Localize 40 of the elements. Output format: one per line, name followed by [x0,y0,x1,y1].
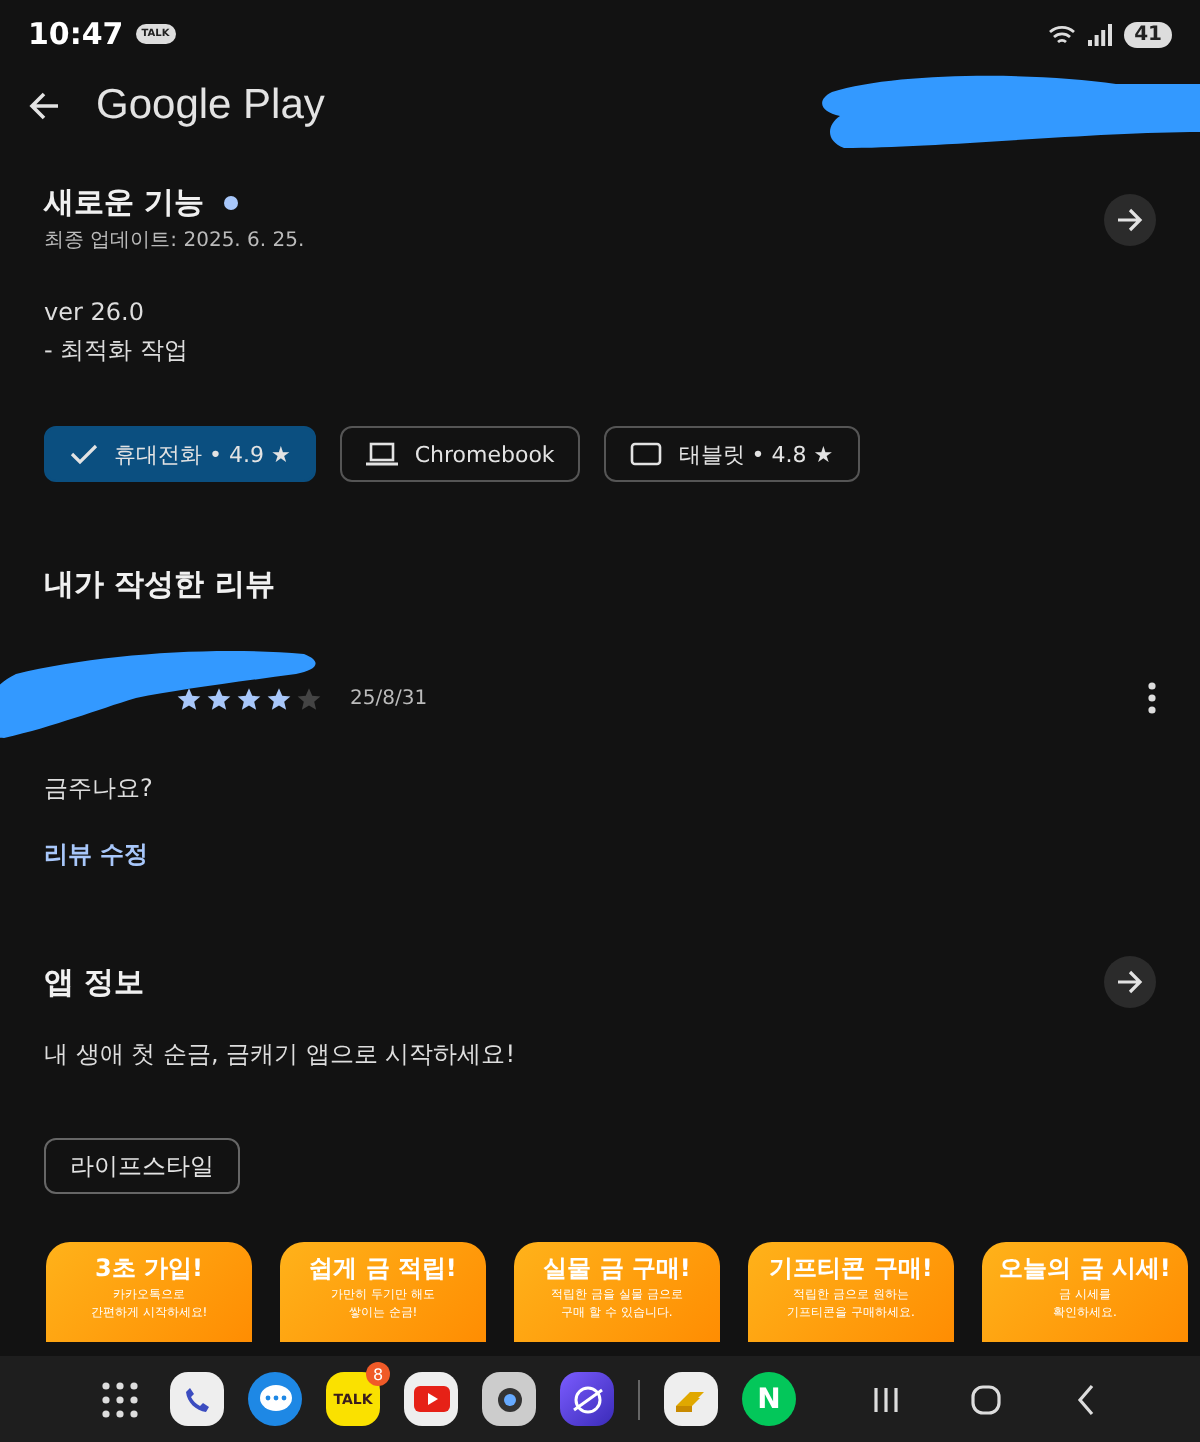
arrow-right-button[interactable] [1104,956,1156,1008]
video-app-icon[interactable] [404,1372,458,1426]
app-description: 내 생애 첫 순금, 금캐기 앱으로 시작하세요! [44,1038,518,1072]
browser-app-icon[interactable] [560,1372,614,1426]
category-chip[interactable]: 라이프스타일 [44,1138,240,1194]
check-icon [70,442,98,466]
star-icon [296,685,322,711]
status-time: 10:47 [28,16,124,52]
device-filter-chip[interactable]: 휴대전화 • 4.9 ★ [44,426,317,482]
section-title: 새로운 기능 [44,184,205,222]
release-note-line: - 최적화 작업 [44,334,190,368]
messages-app-icon[interactable] [248,1372,302,1426]
star-icon [206,685,232,711]
phone-app-icon[interactable] [170,1372,224,1426]
section-title: 앱 정보 [44,963,145,1001]
star-icon [236,685,262,711]
arrow-right-button[interactable] [1104,193,1156,245]
wifi-icon [1048,23,1077,45]
update-date: 최종 업데이트: 2025. 6. 25. [44,228,305,254]
ingot-app-icon[interactable] [664,1372,718,1426]
edit-review-link[interactable]: 리뷰 수정 [44,840,149,868]
laptop-icon [366,442,399,466]
back-arrow-icon[interactable] [28,92,60,120]
arrow-right-icon [1116,207,1144,231]
section-title: 내가 작성한 리뷰 [44,566,275,604]
arrow-right-icon [1116,970,1144,994]
device-filter-chip[interactable]: 태블릿 • 4.8 ★ [604,426,860,482]
device-filter-chip[interactable]: Chromebook [340,426,581,482]
tablet-icon [630,442,663,466]
star-icon [266,685,292,711]
camera-app-icon[interactable] [482,1372,536,1426]
battery-level: 41 [1124,21,1172,47]
signal-icon [1088,23,1113,45]
release-note-line: ver 26.0 [44,296,146,330]
review-date: 25/8/31 [350,687,428,709]
more-options-icon[interactable] [1148,682,1156,714]
notification-badge: 8 [366,1362,390,1386]
app-bar-title: Google Play [96,82,325,130]
review-text: 금주나요? [44,772,155,806]
star-icon [176,685,202,711]
